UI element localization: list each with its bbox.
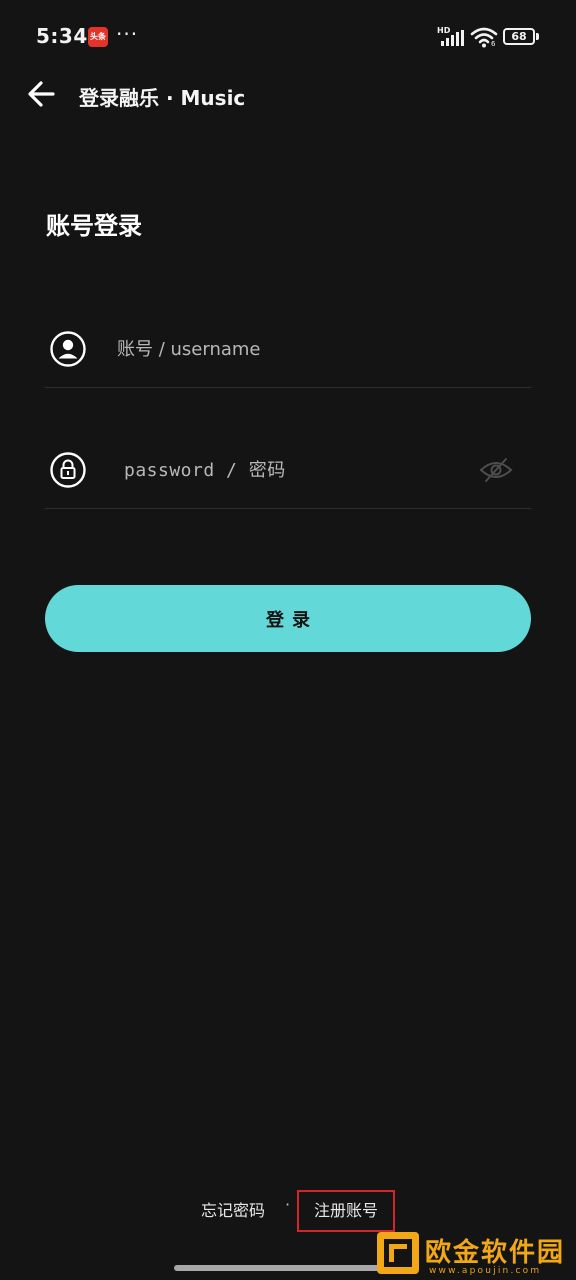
forgot-password-link[interactable]: 忘记密码 xyxy=(201,1197,265,1221)
user-icon xyxy=(50,331,86,367)
password-input[interactable] xyxy=(124,451,464,489)
home-indicator[interactable] xyxy=(174,1265,402,1271)
watermark-title: 欧金软件园 xyxy=(425,1238,566,1268)
status-time: 5:34 xyxy=(36,24,88,48)
page-title: 登录融乐 · Music xyxy=(79,86,246,110)
eye-slash-icon[interactable] xyxy=(479,457,513,483)
register-account-link[interactable]: 注册账号 xyxy=(297,1190,395,1232)
back-arrow-icon[interactable] xyxy=(22,74,62,114)
battery-tip xyxy=(536,33,539,40)
username-field xyxy=(45,312,531,388)
username-input[interactable] xyxy=(117,330,497,368)
login-heading: 账号登录 xyxy=(46,212,142,240)
footer-separator: · xyxy=(285,1195,291,1214)
site-watermark: 欧金软件园 www.apoujin.com xyxy=(375,1228,573,1278)
more-notifications-icon: ··· xyxy=(116,22,139,46)
login-button[interactable]: 登录 xyxy=(45,585,531,652)
battery-icon: 68 xyxy=(503,28,535,45)
password-field xyxy=(45,433,531,509)
watermark-url: www.apoujin.com xyxy=(429,1266,542,1276)
lock-icon xyxy=(50,452,86,488)
wifi-generation-badge: 6 xyxy=(491,40,496,48)
watermark-logo-icon xyxy=(377,1232,419,1274)
status-bar: 5:34 头条 ··· HD 6 68 xyxy=(0,0,576,72)
cellular-signal-icon xyxy=(441,30,464,46)
news-app-notification-icon: 头条 xyxy=(88,27,108,47)
